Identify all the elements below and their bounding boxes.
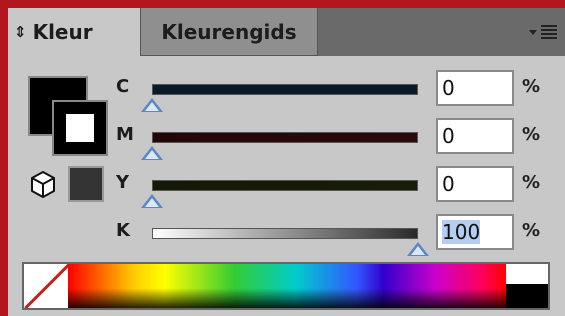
slider-thumb-m[interactable] xyxy=(141,146,163,160)
cube-icon[interactable] xyxy=(30,170,56,198)
tab-collapse-icon[interactable]: ⇕ xyxy=(14,23,27,41)
color-panel: ⇕ Kleur Kleurengids C 0% M 0% Y 0% K 100% xyxy=(8,8,565,316)
white-swatch[interactable] xyxy=(506,264,548,284)
value-field-m[interactable]: 0 xyxy=(436,118,514,154)
value-field-y[interactable]: 0 xyxy=(436,166,514,202)
last-color-swatch[interactable] xyxy=(68,166,104,202)
value-field-k[interactable]: 100 xyxy=(436,214,514,250)
slider-thumb-k[interactable] xyxy=(407,242,429,256)
slider-thumb-y[interactable] xyxy=(141,194,163,208)
value-field-c[interactable]: 0 xyxy=(436,70,514,106)
tab-kleurengids-label: Kleurengids xyxy=(161,19,297,44)
percent-label-m: % xyxy=(522,124,541,145)
tab-bar: ⇕ Kleur Kleurengids xyxy=(8,8,565,56)
stroke-frame xyxy=(54,102,106,154)
stroke-swatch[interactable] xyxy=(52,100,108,156)
tab-kleur[interactable]: ⇕ Kleur xyxy=(8,8,140,56)
channel-label-y: Y xyxy=(116,172,130,193)
slider-y[interactable] xyxy=(152,180,418,191)
color-spectrum[interactable] xyxy=(22,262,550,310)
slider-thumb-c[interactable] xyxy=(141,98,163,112)
value-text-k: 100 xyxy=(442,220,481,244)
slider-m[interactable] xyxy=(152,132,418,143)
black-swatch[interactable] xyxy=(506,284,548,308)
panel-content: C 0% M 0% Y 0% K 100% xyxy=(8,56,565,316)
percent-label-y: % xyxy=(522,172,541,193)
menu-lines-icon xyxy=(541,25,557,39)
percent-label-c: % xyxy=(522,76,541,97)
value-text-m: 0 xyxy=(442,124,455,148)
channel-label-m: M xyxy=(116,124,134,145)
tab-kleur-label: Kleur xyxy=(32,20,93,44)
spectrum-ramp[interactable] xyxy=(68,264,506,308)
channel-label-k: K xyxy=(116,220,130,241)
slider-c[interactable] xyxy=(152,84,418,95)
slider-k[interactable] xyxy=(152,228,418,239)
percent-label-k: % xyxy=(522,220,541,241)
tab-kleurengids[interactable]: Kleurengids xyxy=(140,8,318,56)
menu-triangle-icon xyxy=(529,29,537,35)
panel-menu-icon[interactable] xyxy=(523,22,557,42)
none-swatch-icon[interactable] xyxy=(24,264,68,308)
value-text-y: 0 xyxy=(442,172,455,196)
value-text-c: 0 xyxy=(442,76,455,100)
channel-label-c: C xyxy=(116,76,130,97)
